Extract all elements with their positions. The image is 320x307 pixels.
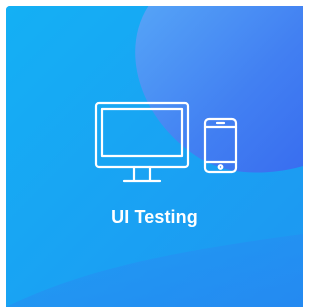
card-content: UI Testing: [6, 6, 303, 307]
card-title: UI Testing: [111, 207, 198, 227]
ui-testing-card[interactable]: UI Testing: [6, 6, 303, 307]
monitor-and-smartphone-icon: [94, 101, 238, 183]
page: UI Testing: [0, 0, 303, 307]
